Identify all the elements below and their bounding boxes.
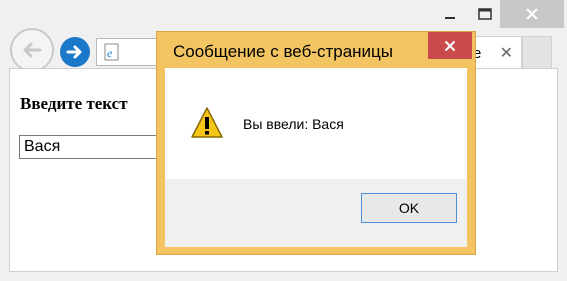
minimize-button[interactable] — [430, 0, 470, 28]
close-icon — [526, 8, 538, 20]
dialog-body: Вы ввели: Вася — [165, 68, 467, 179]
ie-page-icon: e — [104, 43, 119, 61]
window-controls — [430, 0, 567, 30]
warning-icon — [191, 107, 223, 138]
maximize-button[interactable] — [470, 0, 500, 28]
dialog-title: Сообщение с веб-страницы — [173, 42, 393, 61]
back-button[interactable] — [10, 28, 54, 72]
close-window-button[interactable] — [500, 0, 564, 28]
dialog-footer: OK — [165, 179, 467, 247]
ok-button[interactable]: OK — [361, 193, 457, 223]
arrow-left-icon — [23, 42, 42, 58]
address-bar[interactable]: e — [96, 38, 160, 66]
forward-button[interactable] — [60, 37, 90, 67]
browser-tab[interactable]: е ✕ — [470, 36, 522, 68]
page-heading: Введите текст — [20, 94, 128, 113]
arrow-right-icon — [66, 45, 82, 59]
dialog-message: Вы ввели: Вася — [243, 116, 344, 132]
maximize-icon — [478, 8, 492, 20]
new-tab-button[interactable] — [522, 36, 552, 68]
svg-text:e: e — [107, 46, 113, 60]
alert-dialog: Сообщение с веб-страницы Вы ввели: Вася … — [156, 31, 476, 255]
tab-close-icon[interactable]: ✕ — [500, 43, 513, 63]
dialog-close-button[interactable] — [428, 32, 472, 59]
close-icon — [444, 40, 456, 51]
minimize-icon — [445, 17, 455, 19]
